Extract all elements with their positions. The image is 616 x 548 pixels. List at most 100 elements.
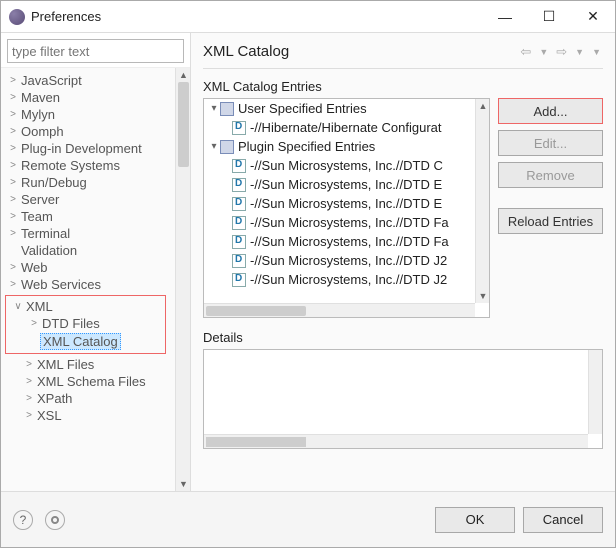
chevron-down-icon[interactable]: ▾ (208, 141, 220, 152)
tree-item[interactable]: Oomph (19, 124, 66, 139)
ok-button[interactable]: OK (435, 507, 515, 533)
chevron-right-icon[interactable]: > (7, 279, 19, 290)
chevron-right-icon[interactable]: > (7, 177, 19, 188)
scroll-thumb[interactable] (206, 306, 306, 316)
scroll-down-icon[interactable]: ▼ (176, 477, 190, 491)
dropdown-icon[interactable]: ▼ (537, 47, 550, 57)
chevron-right-icon[interactable]: > (28, 318, 40, 329)
tree-item[interactable]: Maven (19, 90, 62, 105)
chevron-right-icon[interactable]: > (7, 143, 19, 154)
tree-item[interactable]: Remote Systems (19, 158, 122, 173)
scroll-down-icon[interactable]: ▼ (476, 289, 490, 303)
tree-item[interactable]: XSL (35, 408, 64, 423)
edit-button[interactable]: Edit... (498, 130, 603, 156)
catalog-entries-tree[interactable]: ▾ User Specified Entries -//Hibernate/Hib… (203, 98, 490, 318)
scroll-thumb[interactable] (206, 437, 306, 447)
dtd-icon (232, 273, 246, 287)
catalog-item[interactable]: -//Sun Microsystems, Inc.//DTD E (250, 196, 442, 211)
catalog-item[interactable]: -//Hibernate/Hibernate Configurat (250, 120, 442, 135)
minimize-button[interactable]: — (483, 2, 527, 32)
scrollbar-vertical[interactable]: ▲ ▼ (175, 68, 190, 491)
maximize-button[interactable]: ☐ (527, 2, 571, 32)
catalog-item[interactable]: -//Sun Microsystems, Inc.//DTD E (250, 177, 442, 192)
dtd-icon (232, 159, 246, 173)
chevron-right-icon[interactable]: > (7, 262, 19, 273)
close-button[interactable]: ✕ (571, 2, 615, 32)
chevron-right-icon[interactable]: > (7, 92, 19, 103)
back-icon[interactable]: ⇦ (518, 44, 533, 60)
restore-defaults-icon[interactable] (45, 510, 65, 530)
dtd-icon (232, 235, 246, 249)
tree-item-xml[interactable]: XML (24, 299, 55, 314)
catalog-item[interactable]: -//Sun Microsystems, Inc.//DTD Fa (250, 234, 449, 249)
chevron-right-icon[interactable]: > (7, 211, 19, 222)
dtd-icon (232, 254, 246, 268)
preference-tree[interactable]: >JavaScript >Maven >Mylyn >Oomph >Plug-i… (1, 72, 190, 424)
chevron-right-icon[interactable]: > (7, 194, 19, 205)
tree-item[interactable]: Run/Debug (19, 175, 89, 190)
tree-item[interactable]: Team (19, 209, 55, 224)
tree-item[interactable]: DTD Files (40, 316, 102, 331)
help-icon[interactable]: ? (13, 510, 33, 530)
titlebar: Preferences — ☐ ✕ (1, 1, 615, 33)
sidebar: >JavaScript >Maven >Mylyn >Oomph >Plug-i… (1, 33, 191, 491)
chevron-right-icon[interactable]: > (23, 376, 35, 387)
scroll-up-icon[interactable]: ▲ (176, 68, 190, 82)
scrollbar-horizontal[interactable] (204, 303, 475, 317)
catalog-group[interactable]: Plugin Specified Entries (238, 139, 375, 154)
tree-item[interactable]: XML Files (35, 357, 96, 372)
tree-item[interactable]: Validation (19, 243, 79, 258)
details-label: Details (203, 330, 603, 345)
tree-item[interactable]: Terminal (19, 226, 72, 241)
chevron-right-icon[interactable]: > (23, 359, 35, 370)
page-title: XML Catalog (203, 43, 289, 60)
folder-icon (220, 140, 234, 154)
window-title: Preferences (31, 9, 483, 24)
tree-item[interactable]: XML Schema Files (35, 374, 148, 389)
filter-input[interactable] (7, 39, 184, 63)
scrollbar-horizontal[interactable] (204, 434, 588, 448)
cancel-button[interactable]: Cancel (523, 507, 603, 533)
menu-icon[interactable]: ▼ (590, 47, 603, 57)
chevron-right-icon[interactable]: > (23, 410, 35, 421)
scroll-up-icon[interactable]: ▲ (476, 99, 490, 113)
chevron-right-icon[interactable]: > (23, 393, 35, 404)
chevron-right-icon[interactable]: > (7, 160, 19, 171)
scrollbar-vertical[interactable]: ▲▼ (475, 99, 489, 303)
forward-icon[interactable]: ⇨ (554, 44, 569, 60)
chevron-right-icon[interactable]: > (7, 126, 19, 137)
tree-item[interactable]: Web Services (19, 277, 103, 292)
dtd-icon (232, 216, 246, 230)
app-icon (9, 9, 25, 25)
chevron-down-icon[interactable]: ▾ (208, 103, 220, 114)
scrollbar-vertical[interactable] (588, 350, 602, 434)
chevron-right-icon[interactable]: > (7, 75, 19, 86)
catalog-item[interactable]: -//Sun Microsystems, Inc.//DTD J2 (250, 253, 447, 268)
catalog-item[interactable]: -//Sun Microsystems, Inc.//DTD Fa (250, 215, 449, 230)
dtd-icon (232, 121, 246, 135)
tree-item[interactable]: Server (19, 192, 61, 207)
tree-item[interactable]: Web (19, 260, 50, 275)
dtd-icon (232, 178, 246, 192)
chevron-right-icon[interactable]: > (7, 109, 19, 120)
catalog-group[interactable]: User Specified Entries (238, 101, 367, 116)
reload-entries-button[interactable]: Reload Entries (498, 208, 603, 234)
tree-item[interactable]: Plug-in Development (19, 141, 144, 156)
dropdown-icon[interactable]: ▼ (573, 47, 586, 57)
tree-item-xml-catalog[interactable]: XML Catalog (40, 333, 121, 350)
folder-icon (220, 102, 234, 116)
chevron-right-icon[interactable]: > (7, 228, 19, 239)
catalog-item[interactable]: -//Sun Microsystems, Inc.//DTD C (250, 158, 443, 173)
chevron-down-icon[interactable]: ∨ (12, 301, 24, 312)
divider (203, 68, 603, 69)
tree-item[interactable]: XPath (35, 391, 74, 406)
add-button[interactable]: Add... (498, 98, 603, 124)
tree-item[interactable]: Mylyn (19, 107, 57, 122)
tree-item[interactable]: JavaScript (19, 73, 84, 88)
entries-label: XML Catalog Entries (203, 79, 603, 94)
scroll-thumb[interactable] (178, 82, 189, 167)
catalog-item[interactable]: -//Sun Microsystems, Inc.//DTD J2 (250, 272, 447, 287)
dtd-icon (232, 197, 246, 211)
nav-icons: ⇦ ▼ ⇨ ▼ ▼ (518, 44, 603, 60)
remove-button[interactable]: Remove (498, 162, 603, 188)
